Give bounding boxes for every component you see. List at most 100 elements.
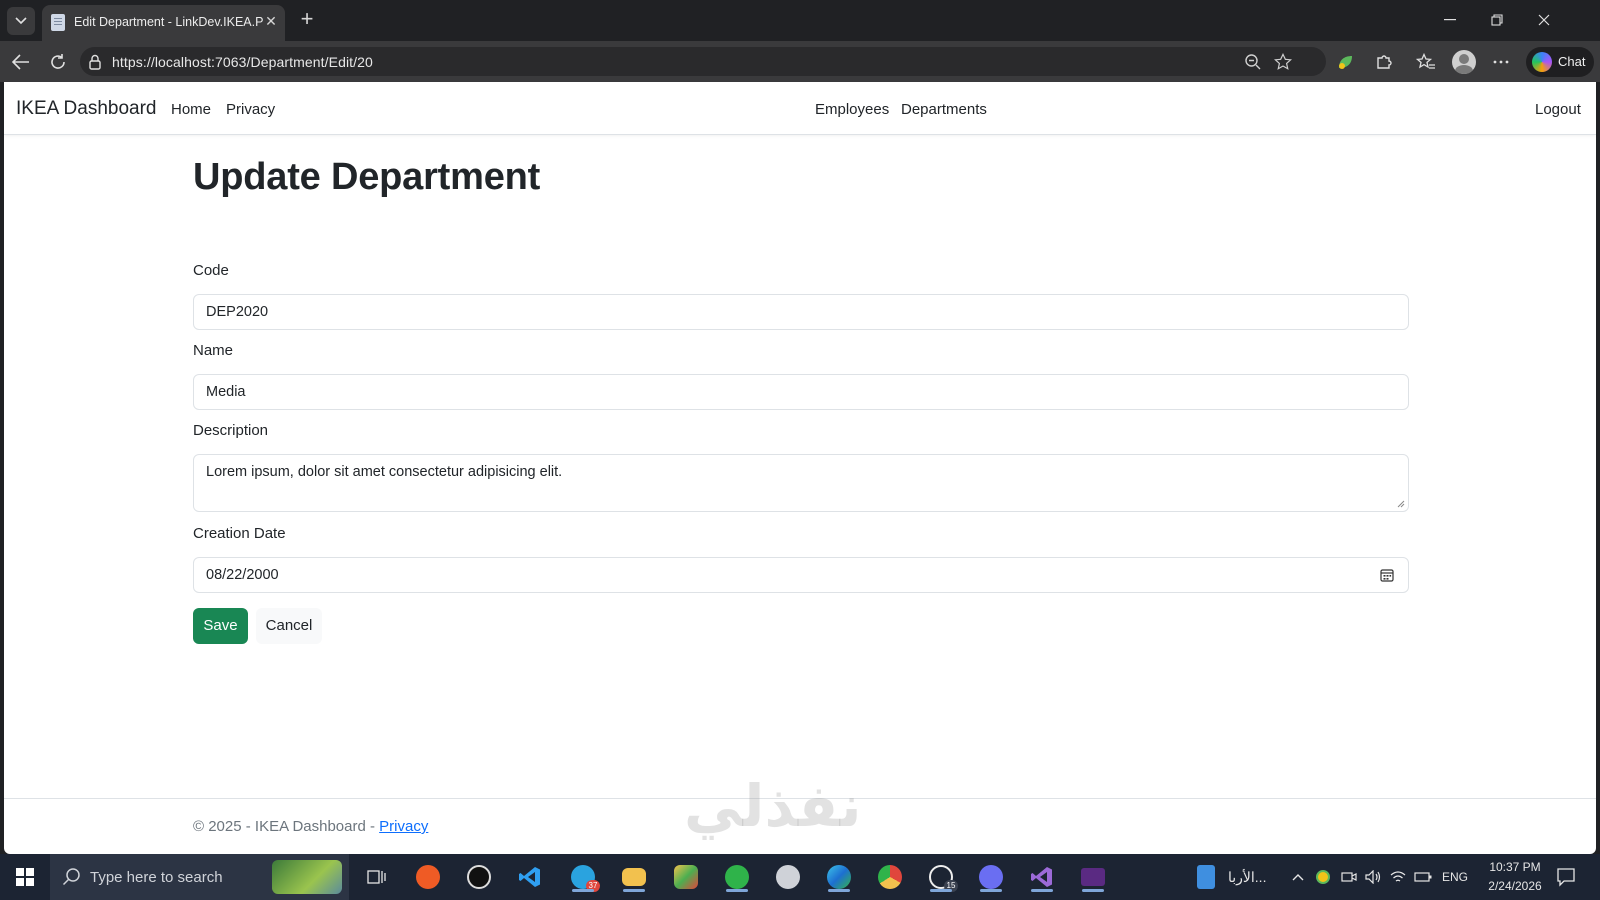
- code-input[interactable]: DEP2020: [193, 294, 1409, 330]
- discord-icon: [979, 865, 1003, 889]
- taskbar-app-edge[interactable]: [824, 862, 854, 892]
- cancel-button[interactable]: Cancel: [256, 608, 322, 644]
- url-text[interactable]: https://localhost:7063/Department/Edit/2…: [112, 54, 373, 70]
- taskbar-app-visual-studio[interactable]: [1027, 862, 1057, 892]
- name-label: Name: [193, 342, 234, 359]
- browser-tab-active[interactable]: Edit Department - LinkDev.IKEA.PL ✕: [42, 5, 285, 41]
- nav-employees-link[interactable]: Employees: [815, 101, 889, 118]
- favorites-list-icon: [1416, 53, 1435, 69]
- running-indicator: [572, 889, 594, 892]
- minimize-icon: [1444, 19, 1456, 21]
- tray-volume[interactable]: [1364, 868, 1382, 886]
- close-window-button[interactable]: [1530, 8, 1558, 32]
- web-page: IKEA Dashboard Home Privacy Employees De…: [4, 82, 1596, 854]
- calendar-icon[interactable]: [1380, 568, 1394, 582]
- nav-home-link[interactable]: Home: [171, 101, 211, 118]
- camera-icon: [1341, 872, 1357, 882]
- taskbar-app-postman[interactable]: [413, 862, 443, 892]
- tray-network[interactable]: [1389, 868, 1407, 886]
- name-input[interactable]: Media: [193, 374, 1409, 410]
- podcast-icon: [467, 865, 491, 889]
- minimize-button[interactable]: [1436, 8, 1464, 32]
- task-view-icon: [367, 870, 386, 884]
- new-tab-button[interactable]: +: [296, 8, 318, 31]
- clock-time[interactable]: 10:37 PM: [1485, 860, 1545, 874]
- more-horizontal-icon: [1493, 60, 1509, 64]
- show-hidden-icons[interactable]: [1289, 868, 1307, 886]
- taskbar-app-discord[interactable]: [976, 862, 1006, 892]
- tab-title: Edit Department - LinkDev.IKEA.PL: [74, 15, 264, 29]
- nav-privacy-link[interactable]: Privacy: [226, 101, 275, 118]
- taskbar-app-telegram[interactable]: 37: [568, 862, 600, 892]
- taskbar-search-box[interactable]: Type here to search: [50, 854, 349, 900]
- browser-tab-bar: Edit Department - LinkDev.IKEA.PL ✕ +: [0, 0, 1600, 41]
- taskbar-app-podcast[interactable]: [464, 862, 494, 892]
- tray-app[interactable]: [1314, 868, 1332, 886]
- zoom-button[interactable]: [1243, 52, 1263, 72]
- chrome-icon: [878, 865, 902, 889]
- description-textarea[interactable]: Lorem ipsum, dolor sit amet consectetur …: [193, 454, 1409, 512]
- creation-date-value: 08/22/2000: [206, 567, 279, 583]
- language-indicator[interactable]: ENG: [1442, 870, 1468, 884]
- speaker-icon: [1365, 870, 1381, 884]
- green-app-icon: [725, 865, 749, 889]
- task-view-button[interactable]: [361, 862, 391, 892]
- lock-icon[interactable]: [88, 54, 102, 70]
- browser-toolbar: https://localhost:7063/Department/Edit/2…: [0, 41, 1600, 82]
- page-title: Update Department: [193, 156, 541, 198]
- snipping-tool-icon: [674, 865, 698, 889]
- document-icon: [1197, 865, 1215, 889]
- extension-leaf-icon: [1339, 56, 1352, 69]
- creation-date-input[interactable]: 08/22/2000: [193, 557, 1409, 593]
- taskbar-app-terminal[interactable]: [1078, 862, 1108, 892]
- taskbar-widget[interactable]: [1191, 862, 1221, 892]
- close-tab-icon[interactable]: ✕: [263, 11, 279, 31]
- favorite-button[interactable]: [1273, 52, 1293, 72]
- tray-battery[interactable]: [1414, 868, 1432, 886]
- search-highlight-image: [272, 860, 342, 894]
- running-indicator: [726, 889, 748, 892]
- taskbar-app-green[interactable]: [722, 862, 752, 892]
- running-indicator: [980, 889, 1002, 892]
- nav-departments-link[interactable]: Departments: [901, 101, 987, 118]
- back-button[interactable]: [10, 51, 32, 73]
- extension-button[interactable]: [1334, 51, 1356, 73]
- brand-link[interactable]: IKEA Dashboard: [16, 98, 156, 120]
- more-button[interactable]: [1490, 51, 1512, 73]
- favorites-button[interactable]: [1415, 51, 1437, 73]
- restore-button[interactable]: [1483, 8, 1511, 32]
- restore-icon: [1491, 14, 1503, 26]
- taskbar-app-settings[interactable]: [773, 862, 803, 892]
- taskbar-app-vscode[interactable]: [515, 862, 545, 892]
- postman-icon: [416, 865, 440, 889]
- taskbar-app-file-explorer[interactable]: [619, 862, 649, 892]
- running-indicator: [1082, 889, 1104, 892]
- copilot-chat-button[interactable]: Chat: [1526, 47, 1594, 77]
- taskbar-app-whatsapp[interactable]: 15: [926, 862, 958, 892]
- back-arrow-icon: [12, 54, 29, 70]
- extensions-button[interactable]: [1373, 51, 1395, 73]
- save-button[interactable]: Save: [193, 608, 248, 644]
- clock-date[interactable]: 2/24/2026: [1481, 879, 1549, 893]
- resize-grip-icon[interactable]: [1397, 500, 1405, 508]
- star-icon: [1274, 53, 1292, 70]
- reload-button[interactable]: [47, 51, 69, 73]
- footer-privacy-link[interactable]: Privacy: [379, 818, 428, 835]
- code-label: Code: [193, 262, 229, 279]
- search-placeholder: Type here to search: [90, 869, 223, 886]
- logout-link[interactable]: Logout: [1535, 101, 1581, 118]
- search-icon: [62, 868, 80, 886]
- profile-avatar[interactable]: [1452, 50, 1476, 74]
- taskbar-app-chrome[interactable]: [875, 862, 905, 892]
- address-bar[interactable]: https://localhost:7063/Department/Edit/2…: [80, 47, 1326, 76]
- taskbar-app-snipping[interactable]: [671, 862, 701, 892]
- running-indicator: [1031, 889, 1053, 892]
- tray-meet-now[interactable]: [1340, 868, 1358, 886]
- widget-label[interactable]: الأربا...: [1228, 869, 1266, 886]
- notification-center-icon[interactable]: [1556, 867, 1576, 887]
- puzzle-icon: [1377, 55, 1392, 69]
- tab-list-button[interactable]: [7, 7, 35, 35]
- start-button[interactable]: [16, 868, 34, 886]
- footer-text: © 2025 - IKEA Dashboard - Privacy: [193, 818, 428, 835]
- edge-icon: [827, 865, 851, 889]
